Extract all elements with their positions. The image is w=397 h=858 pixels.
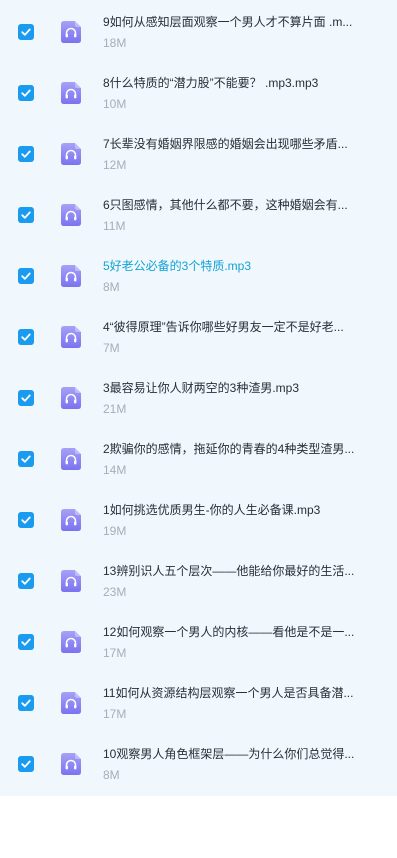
audio-file-icon <box>61 326 81 348</box>
file-size: 21M <box>103 402 127 416</box>
file-size: 7M <box>103 341 120 355</box>
checkmark-icon <box>21 699 31 707</box>
file-row[interactable]: 8什么特质的“潜力股”不能要？ .mp3.mp3 10M <box>0 61 397 122</box>
file-name[interactable]: 9如何从感知层面观察一个男人才不算片面 .m... <box>103 15 361 29</box>
checkmark-icon <box>21 28 31 36</box>
audio-file-icon <box>61 692 81 714</box>
file-checkbox[interactable] <box>18 756 34 772</box>
file-row[interactable]: 7长辈没有婚姻界限感的婚姻会出现哪些矛盾... 12M <box>0 122 397 183</box>
audio-file-icon <box>61 387 81 409</box>
file-row[interactable]: 6只图感情，其他什么都不要，这种婚姻会有... 11M <box>0 183 397 244</box>
file-size: 10M <box>103 97 127 111</box>
audio-file-icon <box>61 570 81 592</box>
file-checkbox[interactable] <box>18 573 34 589</box>
checkmark-icon <box>21 760 31 768</box>
file-name[interactable]: 4“彼得原理”告诉你哪些好男友一定不是好老... <box>103 320 361 334</box>
file-name[interactable]: 10观察男人角色框架层——为什么你们总觉得... <box>103 747 361 761</box>
file-checkbox[interactable] <box>18 329 34 345</box>
file-size: 8M <box>103 768 120 782</box>
file-row[interactable]: 4“彼得原理”告诉你哪些好男友一定不是好老... 7M <box>0 305 397 366</box>
file-checkbox[interactable] <box>18 634 34 650</box>
checkmark-icon <box>21 516 31 524</box>
file-size: 12M <box>103 158 127 172</box>
checkmark-icon <box>21 272 31 280</box>
file-checkbox[interactable] <box>18 85 34 101</box>
file-name[interactable]: 5好老公必备的3个特质.mp3 <box>103 259 361 273</box>
file-row[interactable]: 12如何观察一个男人的内核——看他是不是一... 17M <box>0 610 397 671</box>
file-checkbox[interactable] <box>18 451 34 467</box>
audio-file-icon <box>61 82 81 104</box>
audio-file-icon <box>61 631 81 653</box>
file-name[interactable]: 6只图感情，其他什么都不要，这种婚姻会有... <box>103 198 361 212</box>
file-row[interactable]: 3最容易让你人财两空的3种渣男.mp3 21M <box>0 366 397 427</box>
file-row[interactable]: 11如何从资源结构层观察一个男人是否具备潜... 17M <box>0 671 397 732</box>
file-row[interactable]: 10观察男人角色框架层——为什么你们总觉得... 8M <box>0 732 397 793</box>
file-size: 18M <box>103 36 127 50</box>
file-list: 9如何从感知层面观察一个男人才不算片面 .m... 18M 8什么特质的“潜力股”不… <box>0 0 397 796</box>
file-size: 17M <box>103 646 127 660</box>
file-row[interactable]: 13辨别识人五个层次——他能给你最好的生活... 23M <box>0 549 397 610</box>
file-row[interactable]: 2欺骗你的感情，拖延你的青春的4种类型渣男... 14M <box>0 427 397 488</box>
file-size: 14M <box>103 463 127 477</box>
file-checkbox[interactable] <box>18 390 34 406</box>
file-size: 8M <box>103 280 120 294</box>
audio-file-icon <box>61 204 81 226</box>
file-name[interactable]: 2欺骗你的感情，拖延你的青春的4种类型渣男... <box>103 442 361 456</box>
file-size: 23M <box>103 585 127 599</box>
file-checkbox[interactable] <box>18 268 34 284</box>
file-size: 11M <box>103 219 126 233</box>
file-name[interactable]: 7长辈没有婚姻界限感的婚姻会出现哪些矛盾... <box>103 137 361 151</box>
checkmark-icon <box>21 394 31 402</box>
file-row[interactable]: 9如何从感知层面观察一个男人才不算片面 .m... 18M <box>0 0 397 61</box>
checkmark-icon <box>21 333 31 341</box>
file-checkbox[interactable] <box>18 207 34 223</box>
file-checkbox[interactable] <box>18 695 34 711</box>
file-size: 17M <box>103 707 127 721</box>
checkmark-icon <box>21 89 31 97</box>
audio-file-icon <box>61 753 81 775</box>
file-name[interactable]: 13辨别识人五个层次——他能给你最好的生活... <box>103 564 361 578</box>
audio-file-icon <box>61 21 81 43</box>
checkmark-icon <box>21 211 31 219</box>
file-name[interactable]: 11如何从资源结构层观察一个男人是否具备潜... <box>103 686 361 700</box>
audio-file-icon <box>61 265 81 287</box>
file-row[interactable]: 5好老公必备的3个特质.mp3 8M <box>0 244 397 305</box>
checkmark-icon <box>21 150 31 158</box>
audio-file-icon <box>61 509 81 531</box>
checkmark-icon <box>21 638 31 646</box>
file-row[interactable]: 1如何挑选优质男生-你的人生必备课.mp3 19M <box>0 488 397 549</box>
file-name[interactable]: 3最容易让你人财两空的3种渣男.mp3 <box>103 381 361 395</box>
file-checkbox[interactable] <box>18 512 34 528</box>
file-checkbox[interactable] <box>18 24 34 40</box>
checkmark-icon <box>21 455 31 463</box>
file-name[interactable]: 12如何观察一个男人的内核——看他是不是一... <box>103 625 361 639</box>
checkmark-icon <box>21 577 31 585</box>
audio-file-icon <box>61 143 81 165</box>
file-name[interactable]: 1如何挑选优质男生-你的人生必备课.mp3 <box>103 503 361 517</box>
file-name[interactable]: 8什么特质的“潜力股”不能要？ .mp3.mp3 <box>103 76 361 90</box>
file-checkbox[interactable] <box>18 146 34 162</box>
file-size: 19M <box>103 524 127 538</box>
audio-file-icon <box>61 448 81 470</box>
